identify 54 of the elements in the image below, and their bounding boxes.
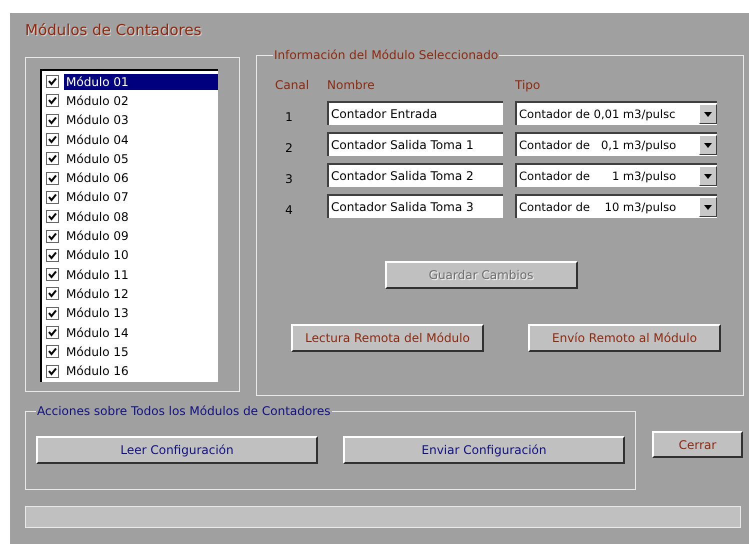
channel-number: 3 (284, 171, 294, 186)
checkbox[interactable] (46, 190, 59, 204)
channel-number: 4 (284, 202, 294, 217)
name-field[interactable]: Contador Salida Toma 1 (327, 132, 503, 156)
group-title: Acciones sobre Todos los Módulos de Contadores (36, 404, 332, 418)
type-dropdown[interactable]: Contador de 1 m3/pulso (515, 163, 717, 187)
module-item[interactable]: Módulo 12 (42, 284, 218, 304)
module-item[interactable]: Módulo 07 (42, 188, 218, 208)
column-header: Nombre (327, 78, 376, 94)
name-field[interactable]: Contador Salida Toma 2 (327, 163, 503, 187)
module-item[interactable]: Módulo 11 (42, 264, 218, 284)
name-field[interactable]: Contador Entrada (327, 101, 503, 125)
module-item[interactable]: Módulo 13 (42, 304, 218, 323)
checkbox[interactable] (46, 114, 59, 127)
module-item[interactable]: Módulo 09 (42, 226, 218, 246)
checkbox[interactable] (46, 306, 59, 320)
checkbox[interactable] (46, 287, 59, 300)
checkbox[interactable] (46, 248, 59, 262)
window-title: Módulos de Contadores (25, 21, 202, 39)
name-field[interactable]: Contador Salida Toma 3 (327, 194, 503, 218)
module-item[interactable]: Módulo 02 (42, 91, 218, 111)
module-item[interactable]: Módulo 03 (42, 110, 218, 130)
checkbox[interactable] (46, 172, 59, 185)
module-item[interactable]: Módulo 08 (42, 207, 218, 226)
checkbox[interactable] (46, 326, 59, 339)
module-item[interactable]: Módulo 06 (42, 168, 218, 188)
type-dropdown[interactable]: Contador de 0,01 m3/pulsc (515, 101, 717, 125)
column-header: Canal (274, 78, 310, 94)
send-config-button[interactable]: Enviar Configuración (343, 436, 625, 464)
column-header: Tipo (515, 78, 542, 94)
read-config-button[interactable]: Leer Configuración (36, 436, 318, 464)
checkbox[interactable] (46, 75, 59, 88)
close-button[interactable]: Cerrar (652, 431, 743, 458)
module-item[interactable]: Módulo 05 (42, 149, 218, 168)
checkbox[interactable] (46, 133, 59, 146)
module-item[interactable]: Módulo 10 (42, 246, 218, 265)
remote-read-button[interactable]: Lectura Remota del Módulo (291, 324, 484, 352)
module-item[interactable]: Módulo 16 (42, 361, 218, 381)
checkbox[interactable] (46, 94, 59, 108)
module-item[interactable]: Módulo 15 (42, 342, 218, 362)
remote-send-button[interactable]: Envío Remoto al Módulo (528, 324, 721, 352)
channel-number: 1 (284, 109, 294, 124)
type-dropdown[interactable]: Contador de 0,1 m3/pulso (515, 132, 717, 156)
module-item[interactable]: Módulo 14 (42, 322, 218, 342)
checkbox[interactable] (46, 268, 59, 282)
checkbox[interactable] (46, 152, 59, 166)
type-dropdown[interactable]: Contador de 10 m3/pulso (515, 194, 717, 218)
channel-number: 2 (284, 140, 294, 155)
checkbox[interactable] (46, 345, 59, 358)
checkbox[interactable] (46, 364, 59, 378)
checkbox[interactable] (46, 210, 59, 224)
checkbox[interactable] (46, 230, 59, 243)
module-item[interactable]: Módulo 04 (42, 130, 218, 150)
group-title: Información del Módulo Seleccionado (273, 48, 500, 62)
